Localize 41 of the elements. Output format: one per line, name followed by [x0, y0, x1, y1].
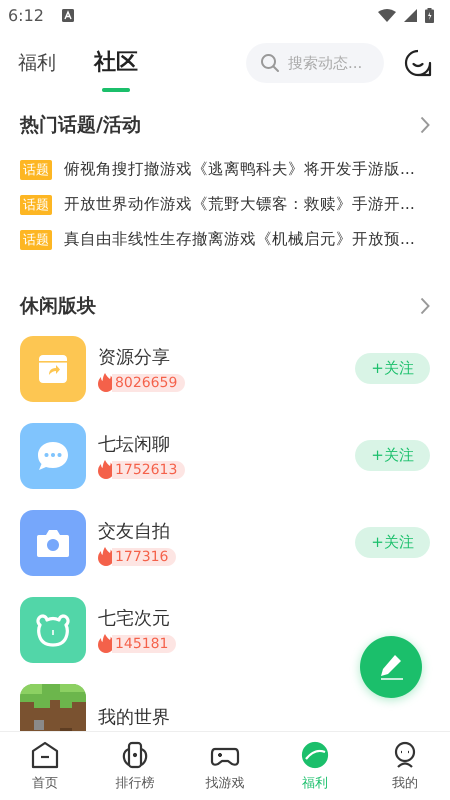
home-icon — [30, 740, 60, 770]
header-tab[interactable]: 福利 — [18, 50, 56, 76]
topic-tag: 话题 — [20, 230, 52, 250]
topic-tag: 话题 — [20, 160, 52, 180]
heat-count: 145181 — [112, 634, 176, 652]
search-icon — [260, 53, 280, 73]
topic-link[interactable]: 俯视角搜打撤游戏《逃离鸭科夫》将开发手游版... — [64, 159, 415, 180]
board-name: 资源分享 — [98, 346, 171, 369]
chevron-right-icon[interactable] — [420, 116, 430, 134]
board-name: 交友自拍 — [98, 520, 171, 543]
notification-icon — [62, 8, 74, 22]
fire-icon — [98, 547, 114, 566]
fire-icon — [98, 373, 114, 392]
topic-link[interactable]: 真自由非线性生存撤离游戏《机械启元》开放预... — [64, 229, 415, 250]
fire-icon — [98, 460, 114, 479]
status-time: 6:12 — [8, 6, 44, 24]
search-field[interactable]: 搜索动态... — [246, 43, 384, 83]
header-tab[interactable]: 社区 — [94, 50, 138, 92]
wifi-icon — [378, 8, 396, 22]
board-name: 我的世界 — [98, 706, 171, 728]
chat-bubble-icon — [404, 49, 432, 77]
board-name: 七坛闲聊 — [98, 433, 171, 456]
compose-button[interactable] — [360, 636, 422, 698]
nav-tab[interactable]: 找游戏 — [180, 732, 270, 800]
section-title: 热门话题/活动 — [20, 113, 141, 138]
topic-link[interactable]: 开放世界动作游戏《荒野大镖客：救赎》手游开... — [64, 194, 415, 215]
battery-icon — [425, 8, 434, 22]
fire-icon — [98, 634, 114, 653]
signal-icon — [404, 8, 417, 22]
message-button[interactable] — [404, 49, 432, 77]
chevron-right-icon[interactable] — [420, 297, 430, 315]
nav-tab[interactable]: 首页 — [0, 732, 90, 800]
section-title: 休闲版块 — [20, 294, 96, 319]
heat-count: 177316 — [112, 548, 176, 566]
board-icon[interactable] — [20, 684, 86, 731]
heat-count: 8026659 — [112, 374, 186, 392]
heat-count: 1752613 — [112, 460, 186, 478]
nav-tab[interactable]: 排行榜 — [90, 732, 180, 800]
nav-tab[interactable]: 我的 — [360, 732, 450, 800]
topic-tag: 话题 — [20, 194, 52, 214]
board-name: 七宅次元 — [98, 607, 171, 630]
